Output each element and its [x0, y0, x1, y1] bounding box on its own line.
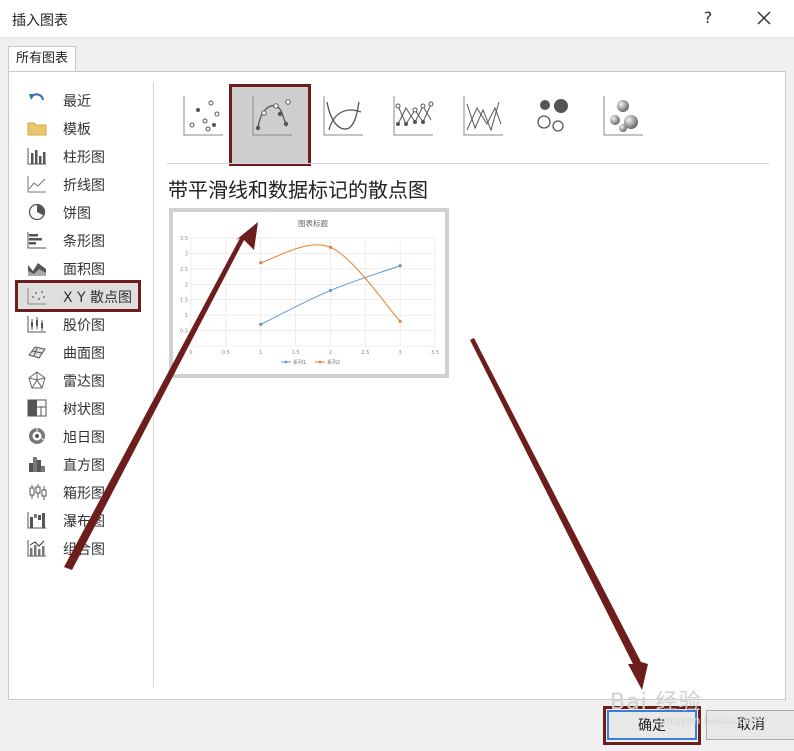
sidebar-item-line[interactable]: 折线图	[17, 170, 139, 198]
preview-legend-label: 系列1	[293, 359, 306, 366]
sidebar-item-pie[interactable]: 饼图	[17, 198, 139, 226]
scatter-markers-icon[interactable]	[181, 94, 225, 138]
preview-y-tick-label: 3.5	[180, 236, 188, 242]
sidebar-item-waterfall[interactable]: 瀑布图	[17, 506, 139, 534]
scatter-smooth-lines-icon[interactable]	[321, 94, 365, 138]
bubble-3d-icon[interactable]	[601, 94, 645, 138]
preview-x-tick-label: 1	[259, 350, 262, 356]
scatter-straight-lines-markers-icon[interactable]	[391, 94, 435, 138]
preview-y-tick-label: 1	[185, 313, 188, 319]
close-icon	[757, 11, 771, 25]
preview-data-point	[398, 319, 402, 323]
treemap-chart-icon	[27, 399, 47, 417]
preview-x-tick-label: 2.5	[361, 350, 369, 356]
watermark-url: jingyan.baidu.com	[660, 714, 762, 727]
sidebar-item-combo[interactable]: 组合图	[17, 534, 139, 562]
preview-y-tick-label: 0.5	[180, 329, 188, 335]
folder-icon	[27, 122, 47, 136]
preview-legend-label: 系列2	[327, 359, 340, 366]
watermark-logo: Bai 经验	[610, 690, 702, 715]
subtype-heading: 带平滑线和数据标记的散点图	[168, 178, 428, 202]
undo-arrow-icon	[29, 93, 45, 101]
preview-data-point	[328, 245, 333, 249]
sidebar-item-xy-scatter[interactable]: X Y 散点图	[15, 280, 141, 312]
preview-x-tick-label: 2	[329, 350, 332, 356]
sidebar-item-radar[interactable]: 雷达图	[17, 366, 139, 394]
preview-y-tick-label: 0	[185, 344, 188, 350]
sidebar-item-recent[interactable]: 最近	[17, 86, 139, 114]
bubble-icon[interactable]	[531, 94, 575, 138]
dialog-title: 插入图表	[12, 13, 68, 29]
stock-chart-icon	[27, 316, 46, 333]
preview-data-point	[328, 288, 333, 293]
preview-x-tick-label: 0	[189, 350, 192, 356]
sunburst-chart-icon	[29, 428, 45, 444]
preview-y-tick-label: 1.5	[180, 298, 188, 304]
preview-y-tick-label: 2.5	[180, 267, 188, 273]
radar-chart-icon	[28, 371, 46, 389]
help-button[interactable]: ?	[696, 6, 720, 30]
preview-x-tick-label: 3	[399, 350, 402, 356]
area-chart-icon	[28, 263, 46, 276]
pie-chart-icon	[28, 203, 46, 221]
sidebar-item-column[interactable]: 柱形图	[17, 142, 139, 170]
box-whisker-chart-icon	[29, 484, 47, 500]
histogram-chart-icon	[29, 457, 45, 472]
chart-panel: 最近 模板 柱形图 折线图 饼图 条形图 面积图 X Y 散点图 股价图 曲面图…	[8, 71, 794, 745]
scatter-chart-icon	[27, 288, 46, 305]
combo-chart-icon	[27, 540, 46, 557]
line-chart-icon	[27, 176, 46, 193]
sidebar-item-stock[interactable]: 股价图	[17, 310, 139, 338]
tab-all-charts[interactable]: 所有图表	[8, 46, 77, 72]
preview-x-tick-label: 3.5	[431, 350, 439, 356]
preview-chart-title: 图表标题	[298, 218, 328, 228]
column-chart-icon	[27, 148, 46, 165]
sidebar-item-histogram[interactable]: 直方图	[17, 450, 139, 478]
chart-category-list: 最近 模板 柱形图 折线图 饼图 条形图 面积图 X Y 散点图 股价图 曲面图…	[9, 82, 154, 687]
scatter-straight-lines-icon[interactable]	[461, 94, 505, 138]
tab-bar: 所有图表	[8, 46, 77, 72]
scatter-smooth-lines-markers-icon[interactable]	[250, 94, 294, 138]
gallery-separator	[167, 163, 769, 164]
preview-legend-marker	[284, 360, 288, 364]
sidebar-item-bar[interactable]: 条形图	[17, 226, 139, 254]
sidebar-item-templates[interactable]: 模板	[17, 114, 139, 142]
preview-legend-marker	[318, 360, 322, 364]
sidebar-item-box-whisker[interactable]: 箱形图	[17, 478, 139, 506]
preview-y-tick-label: 2	[185, 282, 188, 288]
sidebar-item-sunburst[interactable]: 旭日图	[17, 422, 139, 450]
preview-x-tick-label: 1.5	[292, 350, 300, 356]
preview-data-point	[259, 261, 263, 265]
waterfall-chart-icon	[27, 512, 46, 529]
chart-preview: 图表标题 0 0.5 1 1.5 2 2.5 3 3.5 0 0.5 1 1.5 2 2.5 3 3.5 系列1 系…	[169, 208, 449, 378]
sidebar-item-treemap[interactable]: 树状图	[17, 394, 139, 422]
bar-chart-icon	[27, 232, 46, 249]
dialog-titlebar: 插入图表 ?	[0, 0, 794, 38]
sidebar-item-area[interactable]: 面积图	[17, 254, 139, 282]
sidebar-item-surface[interactable]: 曲面图	[17, 338, 139, 366]
close-button[interactable]	[752, 6, 776, 30]
preview-data-point	[259, 322, 263, 326]
preview-x-tick-label: 0.5	[222, 350, 230, 356]
preview-y-tick-label: 3	[185, 251, 188, 257]
preview-chart-svg: 图表标题 0 0.5 1 1.5 2 2.5 3 3.5 0 0.5 1 1.5 2 2.5 3 3.5 系列1 系…	[180, 218, 439, 366]
preview-data-point	[398, 264, 402, 268]
surface-chart-icon	[28, 346, 46, 359]
